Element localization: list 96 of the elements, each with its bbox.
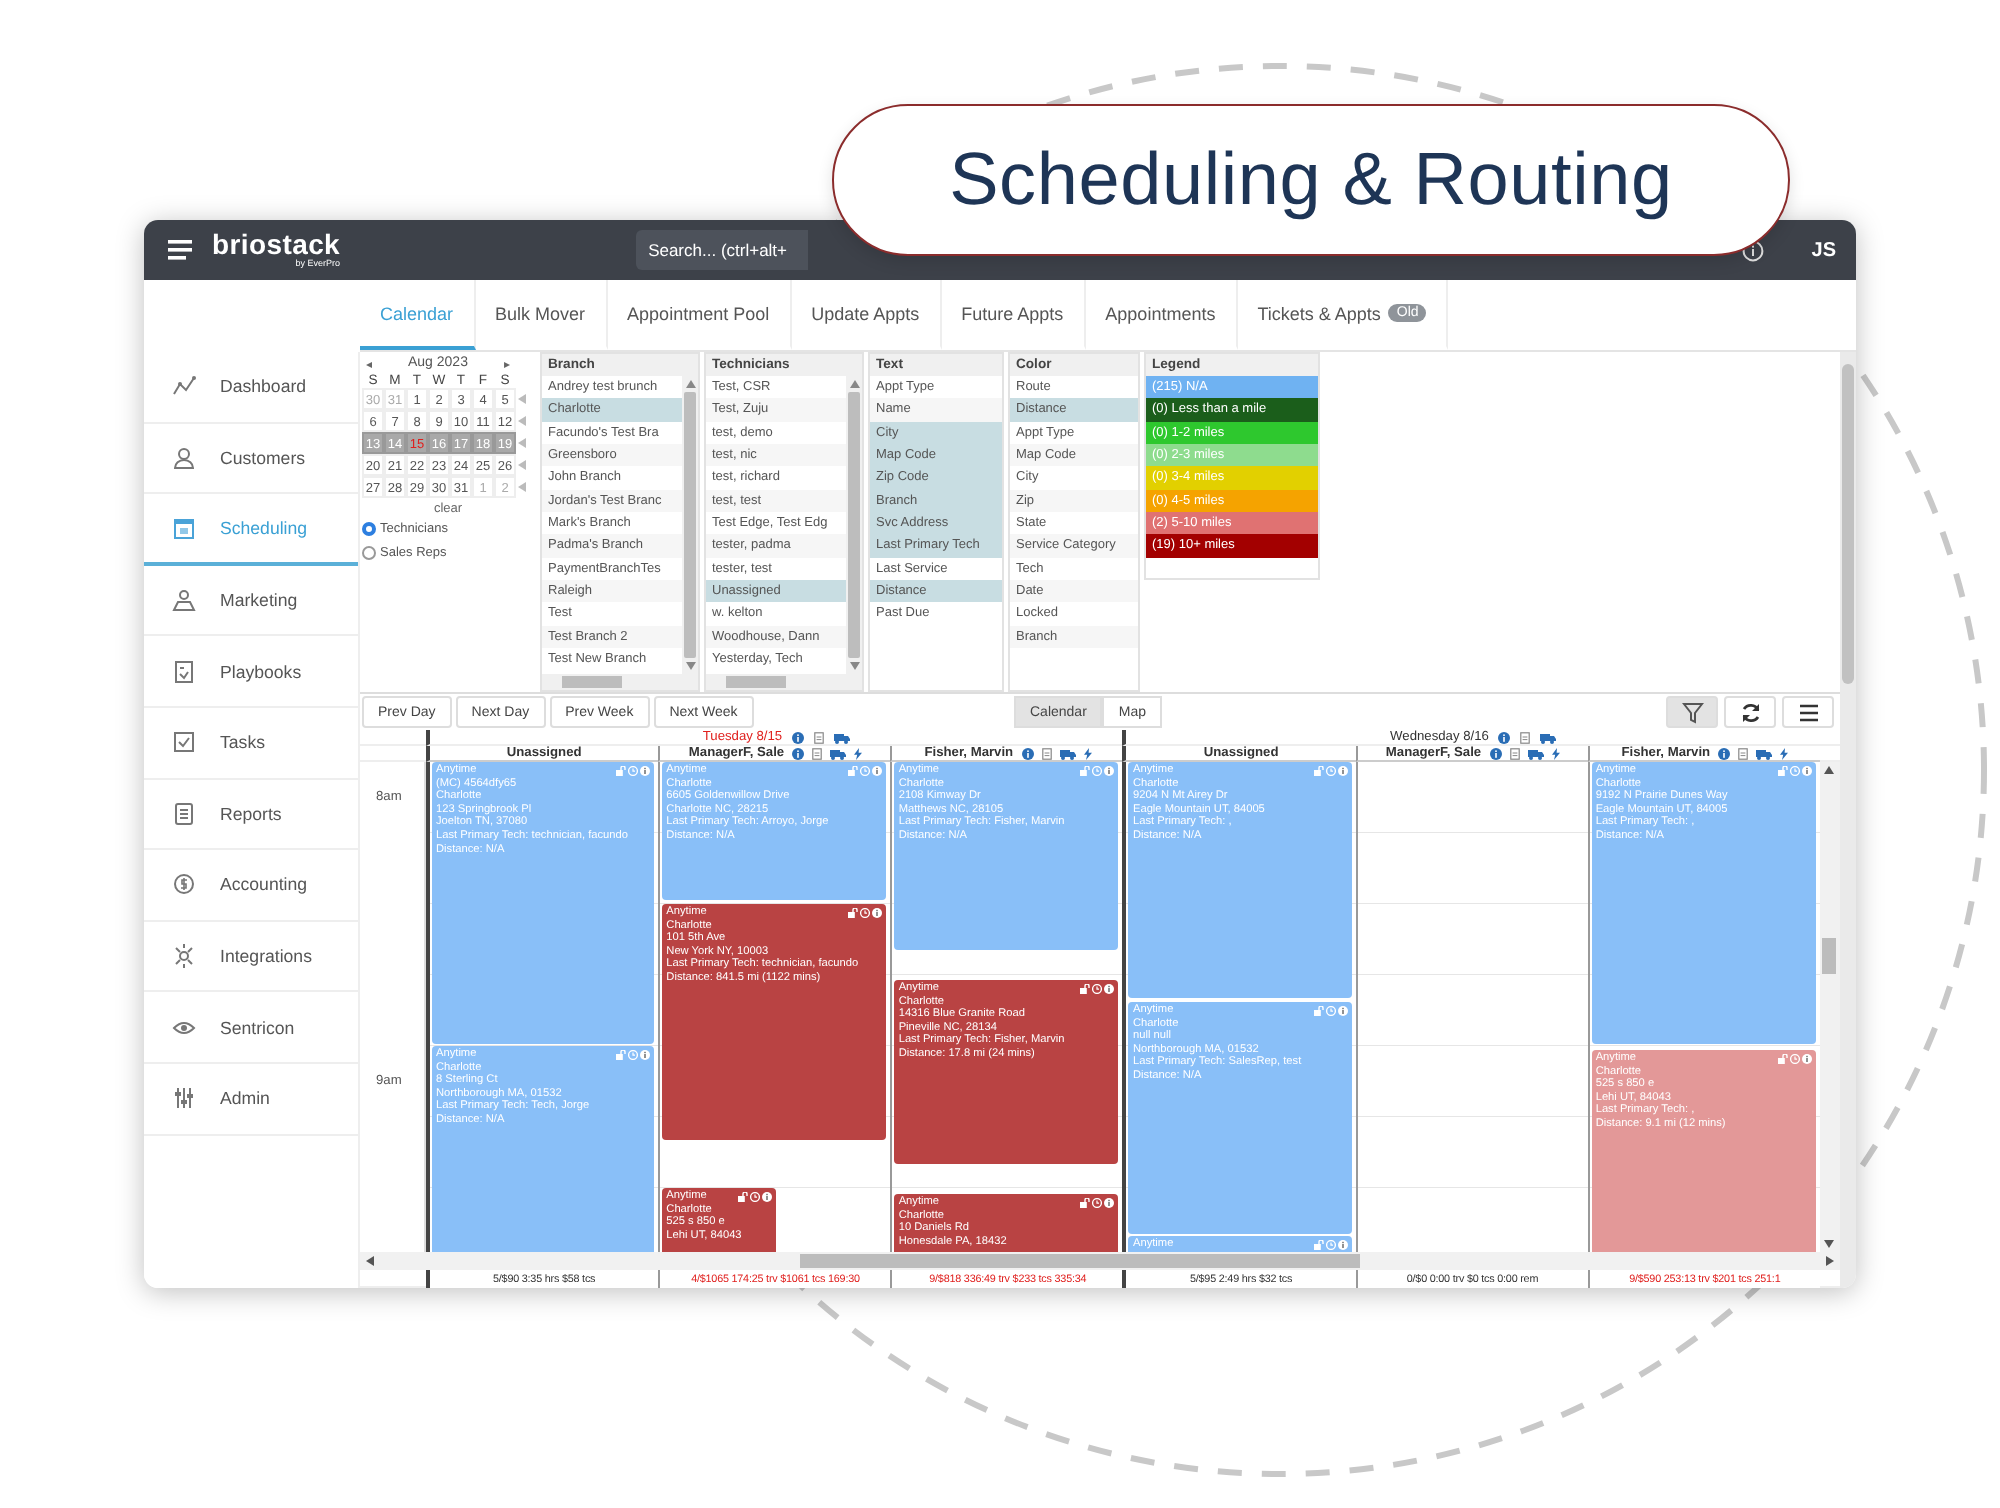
user-initials[interactable]: JS <box>1811 239 1836 261</box>
sidebar-item[interactable]: Admin <box>144 1063 358 1136</box>
sidebar-item[interactable]: Reports <box>144 779 358 851</box>
info-icon[interactable] <box>1021 747 1034 759</box>
scrollbar[interactable] <box>706 674 862 690</box>
clock-icon[interactable] <box>1092 1198 1103 1208</box>
scroll-down-icon[interactable] <box>1824 1240 1835 1248</box>
radio-button[interactable] <box>362 522 376 536</box>
lock-icon[interactable] <box>1080 984 1091 994</box>
tab[interactable]: Appointments <box>1085 280 1238 350</box>
menu-button[interactable] <box>1782 696 1834 728</box>
info-icon[interactable] <box>1801 766 1812 776</box>
sidebar-item[interactable]: Integrations <box>144 921 358 993</box>
truck-icon[interactable] <box>1540 731 1557 743</box>
filter-icon <box>1681 701 1703 723</box>
document-icon[interactable] <box>1041 747 1052 759</box>
truck-icon[interactable] <box>1756 747 1773 759</box>
scroll-thumb[interactable] <box>800 1254 1360 1268</box>
tab[interactable]: Appointment Pool <box>607 280 792 350</box>
lightning-icon[interactable] <box>1551 747 1560 759</box>
scroll-right-icon[interactable] <box>1825 1256 1834 1266</box>
tab[interactable]: Update Appts <box>791 280 942 350</box>
lightning-icon[interactable] <box>854 747 863 759</box>
info-icon[interactable] <box>872 908 883 918</box>
title-banner: Scheduling & Routing <box>832 104 1790 256</box>
info-icon[interactable] <box>1337 766 1348 776</box>
info-icon[interactable] <box>792 747 805 759</box>
info-icon[interactable] <box>792 731 805 743</box>
refresh-icon <box>1739 701 1761 723</box>
scroll-up-icon[interactable] <box>849 380 859 388</box>
info-icon[interactable] <box>1498 731 1511 743</box>
tab[interactable]: Future Appts <box>941 280 1086 350</box>
radio-button[interactable] <box>362 546 376 560</box>
info-icon[interactable] <box>1801 1054 1812 1064</box>
info-icon[interactable] <box>1104 984 1115 994</box>
scroll-down-icon[interactable] <box>685 662 695 670</box>
lightning-icon[interactable] <box>1083 747 1092 759</box>
document-icon[interactable] <box>1520 731 1531 743</box>
scroll-down-icon[interactable] <box>849 662 859 670</box>
info-icon[interactable] <box>1489 747 1502 759</box>
chart-icon <box>172 374 196 399</box>
info-icon[interactable] <box>640 1050 651 1060</box>
dollar-icon <box>172 872 196 897</box>
info-icon[interactable] <box>1718 747 1731 759</box>
calendar-icon <box>172 515 196 540</box>
menu-icon <box>1797 701 1819 723</box>
lock-icon[interactable] <box>1777 1054 1788 1064</box>
scrollbar[interactable] <box>1819 762 1840 1252</box>
scroll-up-icon[interactable] <box>685 380 695 388</box>
document-icon[interactable] <box>1509 747 1520 759</box>
truck-icon[interactable] <box>1527 747 1544 759</box>
clock-icon[interactable] <box>860 908 871 918</box>
info-icon[interactable] <box>1337 1240 1348 1250</box>
sidebar-item[interactable]: Tasks <box>144 707 358 780</box>
lock-icon[interactable] <box>737 1192 748 1202</box>
document-icon[interactable] <box>1738 747 1749 759</box>
clipboard-icon <box>172 659 196 684</box>
lightning-icon[interactable] <box>1780 747 1789 759</box>
sidebar-item[interactable]: Marketing <box>144 565 358 637</box>
info-icon[interactable] <box>1104 1198 1115 1208</box>
truck-icon[interactable] <box>834 731 851 743</box>
checkbox-icon <box>172 730 196 755</box>
menu-icon[interactable] <box>168 240 192 260</box>
tab[interactable]: Bulk Mover <box>475 280 608 350</box>
truck-icon[interactable] <box>1059 747 1076 759</box>
search-field[interactable]: Search... (ctrl+alt+ <box>636 230 809 270</box>
truck-icon[interactable] <box>830 747 847 759</box>
scrollbar[interactable] <box>542 674 698 690</box>
document-icon[interactable] <box>812 747 823 759</box>
refresh-button[interactable] <box>1724 696 1776 728</box>
document-icon[interactable] <box>814 731 825 743</box>
logo-text: briostack <box>212 230 341 259</box>
scrollbar[interactable] <box>1840 352 1856 1288</box>
scroll-left-icon[interactable] <box>366 1256 374 1266</box>
sidebar-item[interactable]: Accounting <box>144 850 358 922</box>
scroll-thumb[interactable] <box>1822 938 1837 974</box>
clock-icon[interactable] <box>1092 984 1103 994</box>
sidebar-item[interactable]: Dashboard <box>144 352 358 424</box>
info-icon[interactable] <box>640 766 651 776</box>
info-icon[interactable] <box>1337 1006 1348 1016</box>
lock-icon[interactable] <box>1080 1198 1091 1208</box>
filter-button[interactable] <box>1666 696 1718 728</box>
sidebar-item[interactable]: Playbooks <box>144 636 358 708</box>
clock-icon[interactable] <box>1789 1054 1800 1064</box>
info-icon[interactable] <box>761 1192 772 1202</box>
person-icon <box>172 445 196 470</box>
scrollbar[interactable] <box>360 1252 1840 1270</box>
lock-icon[interactable] <box>848 908 859 918</box>
sliders-icon <box>172 1086 196 1111</box>
clock-icon[interactable] <box>749 1192 760 1202</box>
document-icon <box>172 801 196 826</box>
info-icon[interactable] <box>1104 766 1115 776</box>
sidebar-item[interactable]: Customers <box>144 423 358 495</box>
sidebar-item[interactable]: Sentricon <box>144 992 358 1064</box>
scroll-up-icon[interactable] <box>1824 766 1835 774</box>
info-icon[interactable] <box>872 766 883 776</box>
